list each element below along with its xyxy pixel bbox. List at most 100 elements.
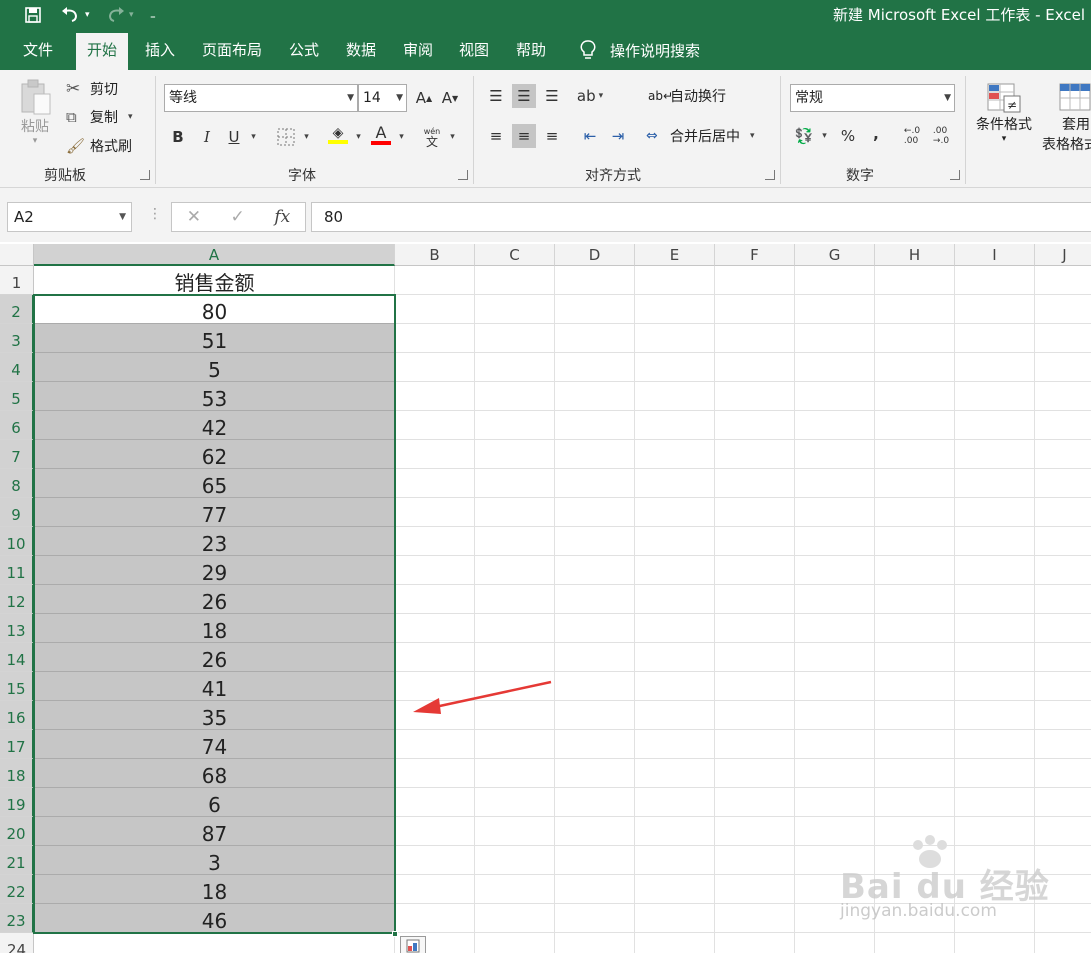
row-header-16[interactable]: 16 bbox=[0, 701, 34, 730]
cell-a13[interactable]: 18 bbox=[34, 614, 395, 643]
row-header-22[interactable]: 22 bbox=[0, 875, 34, 904]
cell-a18[interactable]: 68 bbox=[34, 759, 395, 788]
cell-a2[interactable]: 80 bbox=[34, 295, 395, 324]
row-header-14[interactable]: 14 bbox=[0, 643, 34, 672]
italic-button[interactable]: I bbox=[195, 125, 219, 149]
row-header-9[interactable]: 9 bbox=[0, 498, 34, 527]
tell-me-search[interactable]: 操作说明搜索 bbox=[578, 30, 700, 70]
font-name-select[interactable]: 等线 ▼ bbox=[164, 84, 358, 112]
cell-a16[interactable]: 35 bbox=[34, 701, 395, 730]
alignment-launcher[interactable] bbox=[765, 170, 775, 180]
row-header-10[interactable]: 10 bbox=[0, 527, 34, 556]
phonetic-dropdown-icon[interactable]: ▾ bbox=[444, 125, 458, 149]
number-format-select[interactable]: 常规 ▼ bbox=[790, 84, 955, 112]
row-header-7[interactable]: 7 bbox=[0, 440, 34, 469]
undo-icon[interactable]: ▾ bbox=[60, 4, 90, 26]
formula-bar-grip[interactable]: ⋮ bbox=[148, 206, 162, 222]
cell-a4[interactable]: 5 bbox=[34, 353, 395, 382]
align-left-icon[interactable]: ≡ bbox=[484, 124, 508, 148]
increase-indent-icon[interactable]: ⇥ bbox=[606, 124, 630, 148]
row-header-12[interactable]: 12 bbox=[0, 585, 34, 614]
cell-a7[interactable]: 62 bbox=[34, 440, 395, 469]
row-header-4[interactable]: 4 bbox=[0, 353, 34, 382]
align-bottom-icon[interactable]: ☰ bbox=[540, 84, 564, 108]
cell-a11[interactable]: 29 bbox=[34, 556, 395, 585]
select-all-corner[interactable] bbox=[0, 244, 34, 266]
format-as-table-button[interactable]: 套用 表格格式 bbox=[1042, 82, 1091, 154]
borders-dropdown-icon[interactable]: ▾ bbox=[298, 125, 312, 149]
number-launcher[interactable] bbox=[950, 170, 960, 180]
cell-a23[interactable]: 46 bbox=[34, 904, 395, 933]
tab-home[interactable]: 开始 bbox=[76, 33, 129, 70]
tab-data[interactable]: 数据 bbox=[335, 30, 387, 70]
comma-button[interactable]: , bbox=[864, 122, 888, 146]
row-header-2[interactable]: 2 bbox=[0, 295, 34, 324]
font-size-select[interactable]: 14 ▼ bbox=[358, 84, 407, 112]
decrease-font-icon[interactable]: A ▼ bbox=[438, 86, 462, 110]
column-header-a[interactable]: A bbox=[34, 244, 395, 266]
clipboard-launcher[interactable] bbox=[140, 170, 150, 180]
column-header-h[interactable]: H bbox=[875, 244, 955, 266]
cell-a5[interactable]: 53 bbox=[34, 382, 395, 411]
increase-decimal-icon[interactable]: ←.0.00 bbox=[900, 124, 924, 148]
cell-a21[interactable]: 3 bbox=[34, 846, 395, 875]
redo-icon[interactable]: ▾ bbox=[104, 4, 134, 26]
column-header-g[interactable]: G bbox=[795, 244, 875, 266]
underline-button[interactable]: U bbox=[222, 125, 246, 149]
align-right-icon[interactable]: ≡ bbox=[540, 124, 564, 148]
decrease-indent-icon[interactable]: ⇤ bbox=[578, 124, 602, 148]
row-header-1[interactable]: 1 bbox=[0, 266, 34, 295]
column-header-b[interactable]: B bbox=[395, 244, 475, 266]
row-header-5[interactable]: 5 bbox=[0, 382, 34, 411]
cell-a12[interactable]: 26 bbox=[34, 585, 395, 614]
cell-a9[interactable]: 77 bbox=[34, 498, 395, 527]
align-middle-icon[interactable]: ☰ bbox=[512, 84, 536, 108]
copy-button[interactable]: ⧉ 复制 ▾ bbox=[66, 107, 133, 127]
customize-toolbar-icon[interactable]: ₌ bbox=[150, 4, 156, 26]
quick-analysis-icon[interactable] bbox=[400, 936, 426, 953]
tab-help[interactable]: 帮助 bbox=[505, 30, 557, 70]
align-center-icon[interactable]: ≡ bbox=[512, 124, 536, 148]
tab-formulas[interactable]: 公式 bbox=[278, 30, 330, 70]
borders-icon[interactable] bbox=[274, 125, 298, 149]
column-header-j[interactable]: J bbox=[1035, 244, 1091, 266]
cut-button[interactable]: ✂ 剪切 bbox=[66, 79, 118, 99]
phonetic-icon[interactable]: wén 文 bbox=[420, 125, 444, 149]
formula-input[interactable]: 80 bbox=[311, 202, 1091, 232]
cell-a20[interactable]: 87 bbox=[34, 817, 395, 846]
align-top-icon[interactable]: ☰ bbox=[484, 84, 508, 108]
fill-color-icon[interactable]: ◈ bbox=[326, 123, 350, 147]
cell-a19[interactable]: 6 bbox=[34, 788, 395, 817]
orientation-icon[interactable]: ab ▾ bbox=[577, 84, 603, 108]
row-header-23[interactable]: 23 bbox=[0, 904, 34, 933]
column-header-i[interactable]: I bbox=[955, 244, 1035, 266]
currency-dropdown-icon[interactable]: ▾ bbox=[816, 124, 830, 148]
font-color-dropdown-icon[interactable]: ▾ bbox=[393, 125, 407, 149]
cell-a3[interactable]: 51 bbox=[34, 324, 395, 353]
column-header-d[interactable]: D bbox=[555, 244, 635, 266]
cell-a14[interactable]: 26 bbox=[34, 643, 395, 672]
save-icon[interactable] bbox=[24, 4, 42, 26]
row-header-24[interactable]: 24 bbox=[0, 933, 34, 953]
tab-file[interactable]: 文件 bbox=[12, 30, 64, 70]
row-header-13[interactable]: 13 bbox=[0, 614, 34, 643]
percent-button[interactable]: % bbox=[836, 124, 860, 148]
row-header-18[interactable]: 18 bbox=[0, 759, 34, 788]
column-header-f[interactable]: F bbox=[715, 244, 795, 266]
cell-a24[interactable] bbox=[34, 933, 395, 953]
name-box[interactable]: A2 ▼ bbox=[7, 202, 132, 232]
underline-dropdown-icon[interactable]: ▾ bbox=[245, 125, 259, 149]
cell-a8[interactable]: 65 bbox=[34, 469, 395, 498]
cell-a1-header[interactable]: 销售金额 bbox=[34, 266, 395, 295]
row-header-6[interactable]: 6 bbox=[0, 411, 34, 440]
cell-a6[interactable]: 42 bbox=[34, 411, 395, 440]
currency-icon[interactable]: 💱 bbox=[792, 124, 816, 148]
bold-button[interactable]: B bbox=[166, 125, 190, 149]
fill-handle[interactable] bbox=[392, 931, 398, 937]
cell-a15[interactable]: 41 bbox=[34, 672, 395, 701]
wrap-text-button[interactable]: ab↵ 自动换行 bbox=[648, 86, 726, 106]
merge-center-button[interactable]: ⇔ 合并后居中 ▾ bbox=[646, 126, 755, 146]
conditional-format-button[interactable]: ≠ 条件格式 ▾ bbox=[976, 82, 1032, 144]
font-launcher[interactable] bbox=[458, 170, 468, 180]
row-header-3[interactable]: 3 bbox=[0, 324, 34, 353]
